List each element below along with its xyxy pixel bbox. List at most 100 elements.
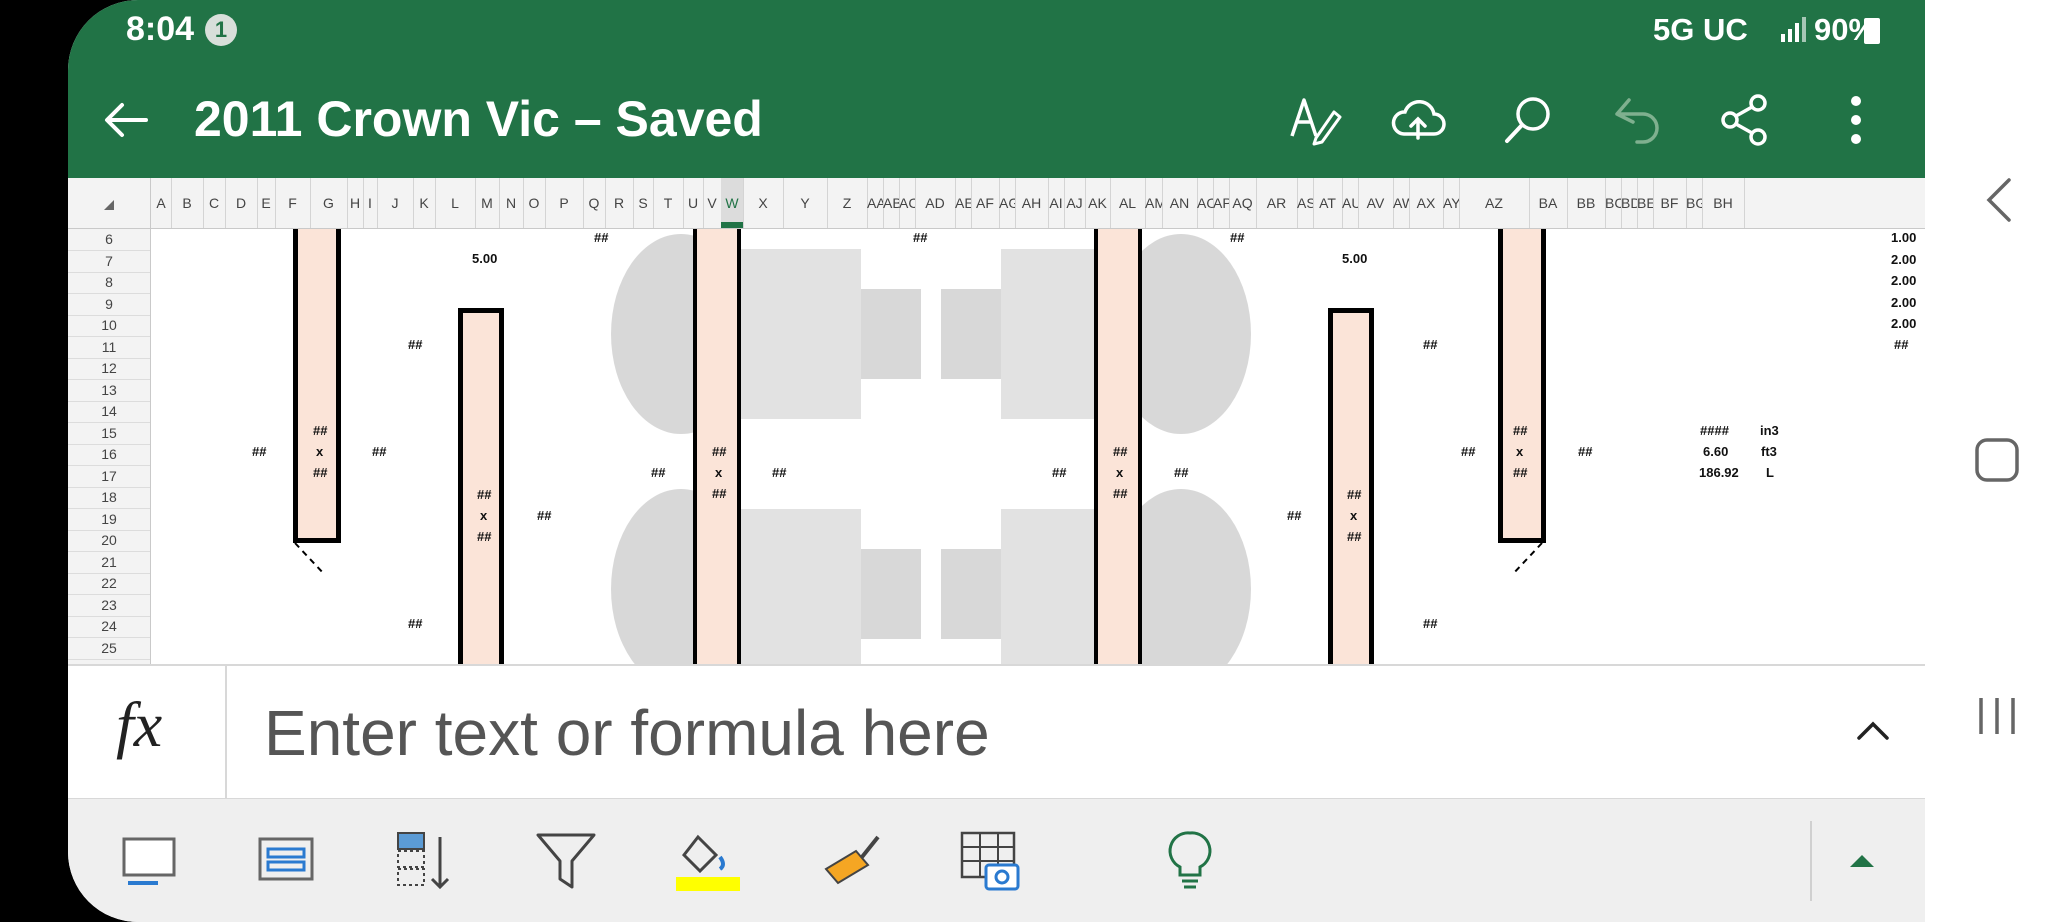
sort-icon[interactable]	[394, 829, 458, 893]
row-header[interactable]: 25	[68, 638, 150, 660]
more-options-icon[interactable]	[1828, 92, 1884, 148]
column-header[interactable]: AY	[1443, 178, 1460, 228]
column-header[interactable]: V	[703, 178, 722, 228]
column-header[interactable]: M	[475, 178, 500, 228]
expand-toolbar-icon[interactable]	[1842, 839, 1882, 879]
column-header[interactable]: AN	[1162, 178, 1198, 228]
column-header[interactable]: I	[363, 178, 378, 228]
column-header[interactable]: AR	[1256, 178, 1298, 228]
column-header[interactable]: X	[743, 178, 784, 228]
column-header[interactable]: U	[683, 178, 704, 228]
row-header[interactable]: 18	[68, 487, 150, 509]
column-header[interactable]: AD	[915, 178, 956, 228]
column-header[interactable]: AS	[1297, 178, 1314, 228]
column-header[interactable]: D	[225, 178, 258, 228]
cloud-upload-icon[interactable]	[1390, 92, 1446, 148]
view-icon[interactable]	[254, 829, 318, 893]
column-header[interactable]: AU	[1342, 178, 1359, 228]
select-cells-icon[interactable]	[118, 829, 182, 893]
column-header[interactable]: BD	[1621, 178, 1638, 228]
function-button[interactable]: fx	[68, 666, 227, 798]
chevron-up-icon[interactable]	[1853, 710, 1893, 750]
column-header[interactable]: A	[151, 178, 172, 228]
row-header[interactable]: 20	[68, 530, 150, 552]
ideas-icon[interactable]	[1158, 829, 1222, 893]
column-header[interactable]: S	[633, 178, 654, 228]
back-nav-icon[interactable]	[1981, 176, 2017, 224]
row-header[interactable]: 7	[68, 251, 150, 273]
column-header[interactable]: AA	[867, 178, 884, 228]
filter-icon[interactable]	[534, 829, 598, 893]
column-header[interactable]: AQ	[1229, 178, 1257, 228]
row-header[interactable]: 10	[68, 315, 150, 337]
recents-nav-icon[interactable]	[1975, 694, 2019, 738]
row-header[interactable]: 14	[68, 401, 150, 423]
insert-table-picture-icon[interactable]	[958, 829, 1022, 893]
column-header[interactable]: AX	[1409, 178, 1444, 228]
row-header[interactable]: 16	[68, 444, 150, 466]
column-header[interactable]: T	[653, 178, 684, 228]
row-header[interactable]: 11	[68, 337, 150, 359]
column-header[interactable]: BH	[1702, 178, 1745, 228]
row-header[interactable]: 9	[68, 294, 150, 316]
row-header[interactable]: 23	[68, 595, 150, 617]
row-header[interactable]: 8	[68, 272, 150, 294]
column-header[interactable]: AF	[971, 178, 1000, 228]
fill-color-icon[interactable]	[676, 829, 740, 893]
column-header[interactable]: BE	[1637, 178, 1654, 228]
column-header[interactable]: F	[275, 178, 311, 228]
column-header[interactable]: AC	[899, 178, 916, 228]
column-header[interactable]: BC	[1605, 178, 1622, 228]
format-text-icon[interactable]	[1286, 92, 1342, 148]
column-header[interactable]: AJ	[1064, 178, 1086, 228]
column-header[interactable]: AG	[999, 178, 1016, 228]
column-header[interactable]: P	[545, 178, 584, 228]
column-header[interactable]: O	[523, 178, 546, 228]
row-header[interactable]: 19	[68, 509, 150, 531]
column-header[interactable]: AO	[1197, 178, 1214, 228]
column-header[interactable]: AM	[1145, 178, 1163, 228]
column-header[interactable]: E	[257, 178, 276, 228]
row-header[interactable]: 13	[68, 380, 150, 402]
column-header[interactable]: AE	[955, 178, 972, 228]
column-header[interactable]: AK	[1085, 178, 1111, 228]
column-header[interactable]: AI	[1048, 178, 1065, 228]
column-header[interactable]: H	[347, 178, 364, 228]
formula-input[interactable]: Enter text or formula here	[264, 696, 990, 770]
share-icon[interactable]	[1716, 92, 1772, 148]
column-header[interactable]: AW	[1393, 178, 1410, 228]
row-header[interactable]: 6	[68, 229, 150, 251]
column-header[interactable]: C	[203, 178, 226, 228]
row-header[interactable]: 24	[68, 616, 150, 638]
column-header[interactable]: AP	[1213, 178, 1230, 228]
spreadsheet-grid[interactable]: ABCDEFGHIJKLMNOPQRSTUVWXYZAAABACADAEAFAG…	[68, 178, 1925, 664]
column-header[interactable]: R	[605, 178, 634, 228]
column-header[interactable]: BG	[1686, 178, 1703, 228]
column-header[interactable]: J	[377, 178, 414, 228]
column-header[interactable]: Z	[827, 178, 868, 228]
column-header[interactable]: AT	[1313, 178, 1343, 228]
column-header[interactable]: AB	[883, 178, 900, 228]
column-header[interactable]: AV	[1358, 178, 1394, 228]
undo-icon[interactable]	[1609, 92, 1665, 148]
row-header[interactable]: 17	[68, 466, 150, 488]
home-nav-icon[interactable]	[1973, 436, 2021, 484]
column-header[interactable]: BF	[1653, 178, 1687, 228]
row-header[interactable]: 22	[68, 573, 150, 595]
row-header[interactable]: 15	[68, 423, 150, 445]
row-header[interactable]: 12	[68, 358, 150, 380]
column-header[interactable]: W	[721, 178, 744, 228]
column-header[interactable]: AZ	[1459, 178, 1530, 228]
column-header[interactable]: AL	[1110, 178, 1146, 228]
cell-area[interactable]: ## ## ## 5.00 5.00 ## ## ## x ## ## ## #…	[151, 229, 1925, 664]
format-painter-icon[interactable]	[820, 829, 884, 893]
column-header[interactable]: B	[171, 178, 204, 228]
column-header[interactable]: N	[499, 178, 524, 228]
select-all-corner[interactable]	[68, 178, 151, 228]
column-header[interactable]: Y	[783, 178, 828, 228]
column-header[interactable]: Q	[583, 178, 606, 228]
back-arrow-icon[interactable]	[100, 94, 152, 146]
column-header[interactable]: G	[310, 178, 348, 228]
column-header[interactable]: BB	[1567, 178, 1606, 228]
column-header[interactable]: K	[413, 178, 436, 228]
